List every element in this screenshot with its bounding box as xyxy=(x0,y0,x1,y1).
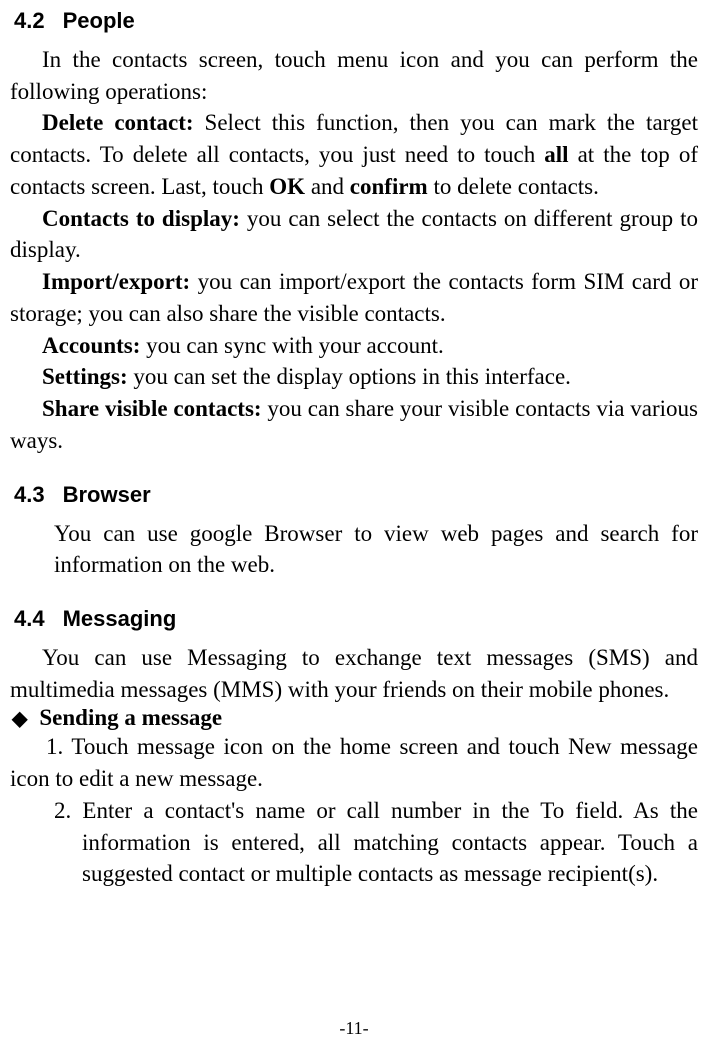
delete-contact-label: Delete contact: xyxy=(42,110,194,135)
delete-bold-confirm: confirm xyxy=(350,174,428,199)
section-4-4-title: Messaging xyxy=(63,606,177,631)
step-1-text: Touch message icon on the home screen an… xyxy=(10,734,698,791)
contacts-display-paragraph: Contacts to display: you can select the … xyxy=(10,203,698,266)
browser-paragraph: You can use google Browser to view web p… xyxy=(10,518,698,581)
accounts-paragraph: Accounts: you can sync with your account… xyxy=(10,330,698,362)
delete-bold-ok: OK xyxy=(269,174,305,199)
step-2-paragraph: 2. Enter a contact's name or call number… xyxy=(10,795,698,890)
section-4-2-title: People xyxy=(63,8,135,33)
section-4-2-intro: In the contacts screen, touch menu icon … xyxy=(10,44,698,107)
delete-text-4: to delete contacts. xyxy=(428,174,599,199)
section-4-2-heading: 4.2 People xyxy=(10,8,698,34)
contacts-display-label: Contacts to display: xyxy=(42,206,240,231)
page-number-footer: -11- xyxy=(0,1018,708,1039)
step-2-prefix: 2. xyxy=(54,798,82,823)
share-visible-label: Share visible contacts: xyxy=(42,396,262,421)
delete-contact-paragraph: Delete contact: Select this function, th… xyxy=(10,107,698,202)
section-4-4-heading: 4.4 Messaging xyxy=(10,606,698,632)
section-4-4-number: 4.4 xyxy=(14,606,45,632)
accounts-label: Accounts: xyxy=(42,333,140,358)
import-export-label: Import/export: xyxy=(42,269,190,294)
step-2-text: Enter a contact's name or call number in… xyxy=(82,798,698,886)
settings-label: Settings: xyxy=(42,364,128,389)
accounts-text: you can sync with your account. xyxy=(140,333,443,358)
share-visible-paragraph: Share visible contacts: you can share yo… xyxy=(10,393,698,456)
messaging-intro: You can use Messaging to exchange text m… xyxy=(10,642,698,705)
step-1-paragraph: 1. Touch message icon on the home screen… xyxy=(10,731,698,794)
diamond-bullet-icon: ◆ xyxy=(12,706,27,731)
import-export-paragraph: Import/export: you can import/export the… xyxy=(10,266,698,329)
section-4-3-number: 4.3 xyxy=(14,482,45,508)
section-4-3-heading: 4.3 Browser xyxy=(10,482,698,508)
sending-message-heading: ◆ Sending a message xyxy=(10,705,698,731)
settings-paragraph: Settings: you can set the display option… xyxy=(10,361,698,393)
delete-text-3: and xyxy=(305,174,350,199)
step-1-prefix: 1. xyxy=(46,734,71,759)
settings-text: you can set the display options in this … xyxy=(128,364,571,389)
section-4-2-number: 4.2 xyxy=(14,8,45,34)
sending-message-label: Sending a message xyxy=(39,705,222,731)
section-4-3-title: Browser xyxy=(63,482,151,507)
delete-bold-all: all xyxy=(544,142,568,167)
